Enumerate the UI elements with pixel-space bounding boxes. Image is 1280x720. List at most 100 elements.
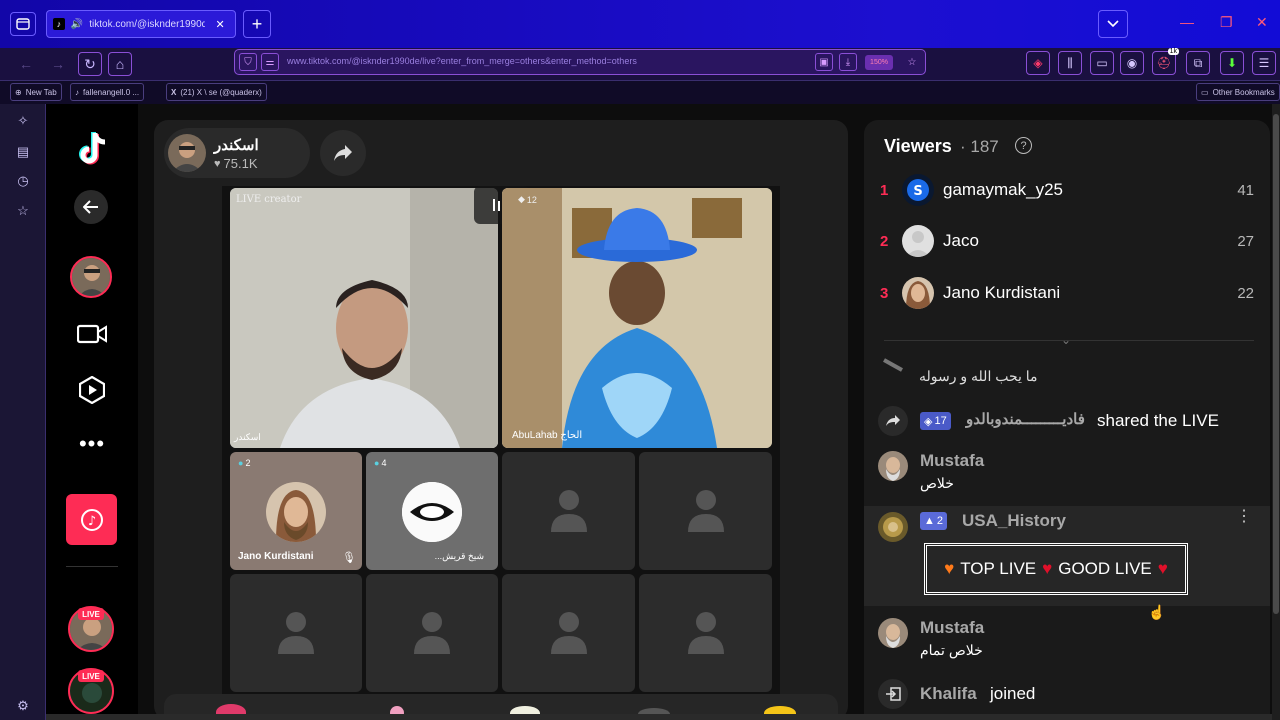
chat-avatar[interactable] (878, 451, 908, 481)
more-options-icon[interactable]: ⋮ (1236, 509, 1252, 525)
person-placeholder-icon (687, 612, 724, 654)
explore-play-icon[interactable] (76, 374, 108, 406)
tab-list-dropdown-icon[interactable] (1098, 10, 1128, 38)
video-camera-icon[interactable] (76, 318, 108, 350)
chat-avatar (880, 356, 906, 376)
browser-tab-tiktok[interactable]: ♪ 🔊 tiktok.com/@isknder1990de/live? ✕ (46, 10, 236, 38)
viewer-avatar (902, 277, 934, 309)
maximize-icon[interactable]: ❐ (1220, 14, 1233, 31)
level-badge: ▲ 2 (920, 512, 948, 530)
history-icon[interactable]: ◷ (12, 170, 34, 192)
viewer-row[interactable]: 1 S gamaymak_y25 41 (880, 172, 1260, 212)
tiktok-favicon-icon: ♪ (53, 18, 65, 30)
share-arrow-icon (878, 406, 908, 436)
zoom-level[interactable]: 150% (865, 55, 893, 70)
empty-seat[interactable] (639, 452, 772, 570)
bookmarks-star-icon[interactable]: ☆ (12, 200, 34, 222)
menu-icon[interactable]: ☰ (1252, 51, 1276, 75)
guest-video-tile-abulahab[interactable]: ◆ 12 AbuLahab الحاج (502, 188, 772, 448)
folder-icon: ▭ (1201, 87, 1209, 97)
viewer-score: 27 (1237, 233, 1254, 250)
chat-avatar[interactable] (878, 512, 908, 542)
tiktok-favicon-icon: ♪ (75, 87, 79, 97)
orange-heart-icon: ♥ (944, 559, 955, 578)
chat-username[interactable]: Mustafa (920, 618, 984, 638)
ai-sparkle-icon[interactable]: ✧ (12, 110, 34, 132)
person-placeholder-icon (278, 612, 314, 654)
profile-avatar[interactable] (70, 256, 112, 298)
account-icon[interactable]: ◉ (1120, 51, 1144, 75)
empty-seat[interactable] (230, 574, 362, 692)
extension-badge-count: 1k (1167, 48, 1179, 55)
viewer-row[interactable]: 2 Jaco 27 (880, 223, 1260, 263)
host-avatar[interactable] (168, 134, 206, 172)
more-dots-icon[interactable]: ••• (76, 431, 108, 456)
back-icon[interactable]: ← (14, 52, 38, 76)
host-likes: ♥ 75.1K (214, 156, 258, 171)
new-tab-button[interactable]: + (243, 10, 271, 38)
person-placeholder-icon (550, 612, 587, 654)
other-bookmarks[interactable]: ▭ Other Bookmarks (1196, 83, 1280, 101)
guest-name-label: AbuLahab الحاج (512, 430, 583, 441)
chat-username[interactable]: Khalifa (920, 684, 977, 704)
sidebar-toggle-icon[interactable]: ▭ (1090, 51, 1114, 75)
bookmark-x[interactable]: X (21) X \ se (@quaderx) (166, 83, 267, 101)
shield-icon[interactable]: ⛉ (239, 53, 257, 71)
extensions-icon[interactable]: ⧉ (1186, 51, 1210, 75)
reload-icon[interactable]: ↻ (78, 52, 102, 76)
host-video-tile[interactable]: LIVE creator اسكندر (230, 188, 498, 448)
picture-in-picture-icon[interactable]: ▣ (815, 53, 833, 71)
person-placeholder-icon (550, 490, 587, 532)
chat-username[interactable]: Mustafa (920, 451, 984, 471)
extension-badge-icon[interactable]: 1k ⛑ (1152, 48, 1179, 75)
settings-gear-icon[interactable]: ⚙ (12, 695, 34, 717)
viewer-row[interactable]: 3 Jano Kurdistani 22 (880, 275, 1260, 315)
save-icon[interactable]: ▤ (12, 141, 34, 163)
audio-icon[interactable]: 🔊 (71, 19, 83, 30)
empty-seat[interactable] (639, 574, 772, 692)
horizontal-scrollbar[interactable] (46, 714, 1272, 720)
empty-seat[interactable] (502, 574, 635, 692)
chat-username[interactable]: USA_History (962, 511, 1066, 531)
download-icon[interactable]: ⬇ (1220, 51, 1244, 75)
site-settings-icon[interactable]: ⚌ (261, 53, 279, 71)
tab-close-icon[interactable]: ✕ (211, 15, 229, 33)
help-question-icon[interactable]: ? (1015, 137, 1032, 154)
bookmark-star-icon[interactable]: ☆ (903, 53, 921, 71)
screen: ♪ 🔊 tiktok.com/@isknder1990de/live? ✕ + … (0, 0, 1280, 720)
viewer-name: Jaco (943, 231, 979, 250)
save-page-icon[interactable]: ⤓ (839, 53, 857, 71)
minimize-icon[interactable]: — (1180, 14, 1194, 30)
chat-event-text: joined (990, 684, 1036, 703)
chat-username[interactable]: فاديـــــــــمندوبالدو (966, 410, 1085, 428)
url-text[interactable]: www.tiktok.com/@isknder1990de/live?enter… (287, 56, 637, 66)
empty-seat[interactable] (502, 452, 635, 570)
tiktok-live-button[interactable]: ♪ (66, 494, 117, 545)
url-bar[interactable]: ⛉ ⚌ www.tiktok.com/@isknder1990de/live?e… (234, 49, 926, 75)
tiktok-logo-icon[interactable] (72, 130, 112, 170)
chat-framed-message: ♥ TOP LIVE ♥ GOOD LIVE ♥ (924, 543, 1188, 595)
live-badge: LIVE (78, 608, 104, 620)
bookmark-fallenangel[interactable]: ♪ fallenangell.0 ... (70, 83, 145, 101)
viewer-name: Jano Kurdistani (943, 283, 1061, 302)
host-info[interactable]: اسكندر ♥ 75.1K (164, 128, 310, 178)
forward-icon[interactable]: → (46, 52, 70, 76)
back-arrow-button[interactable] (74, 190, 108, 224)
chat-avatar[interactable] (878, 618, 908, 648)
scrollbar-thumb[interactable] (1273, 114, 1279, 614)
bookmark-new-tab[interactable]: ⊕ New Tab (10, 83, 62, 101)
close-window-icon[interactable]: ✕ (1256, 14, 1268, 31)
home-icon[interactable]: ⌂ (108, 52, 132, 76)
share-button[interactable] (320, 130, 366, 176)
viewer-name: gamaymak_y25 (943, 180, 1064, 199)
expand-chevron-icon[interactable]: ⌄ (1058, 332, 1074, 348)
empty-seat[interactable] (366, 574, 498, 692)
tab-manager-icon[interactable] (10, 12, 36, 36)
viewer-avatar (902, 225, 934, 257)
guest-tile-jano[interactable]: ● 2 Jano Kurdistani 🎙 (230, 452, 362, 570)
chat-event-text: shared the LIVE (1097, 411, 1219, 430)
chat-message-text: ما يحب الله و رسوله (919, 368, 1038, 384)
guest-tile-sheikh[interactable]: ● 4 شيخ قريش... (366, 452, 498, 570)
library-icon[interactable]: ⫼ (1058, 51, 1082, 75)
pocket-icon[interactable]: ◈ (1026, 51, 1050, 75)
